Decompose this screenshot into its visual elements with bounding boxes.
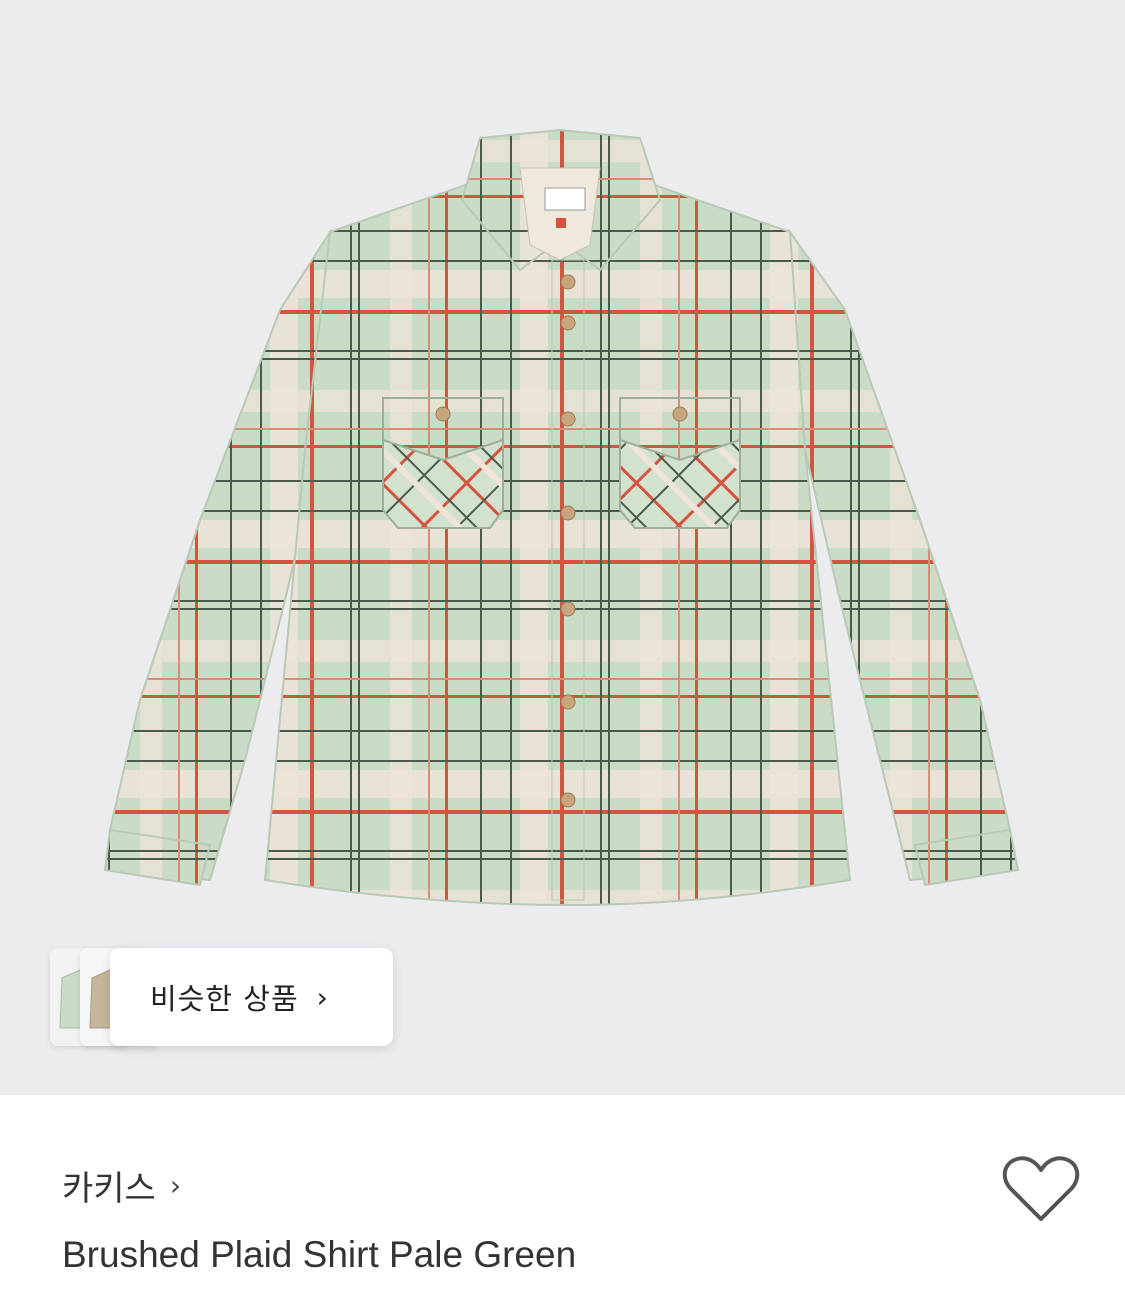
brand-link[interactable]: 카키스 › [62, 1161, 181, 1210]
chevron-right-icon: › [316, 980, 329, 1014]
shirt-photo [103, 128, 1020, 907]
brand-name: 카키스 [62, 1169, 156, 1209]
similar-products-widget[interactable]: 비슷한 상품 › [50, 948, 393, 1046]
similar-products-label: 비슷한 상품 [150, 982, 299, 1016]
product-title: Brushed Plaid Shirt Pale Green [62, 1234, 577, 1275]
product-image[interactable]: 비슷한 상품 › [0, 0, 1125, 1095]
product-info: 카키스 › Brushed Plaid Shirt Pale Green [0, 1095, 1125, 1292]
similar-products-button[interactable]: 비슷한 상품 › [110, 948, 393, 1046]
chevron-right-icon: › [169, 1169, 182, 1202]
heart-outline-icon[interactable] [1001, 1153, 1081, 1225]
